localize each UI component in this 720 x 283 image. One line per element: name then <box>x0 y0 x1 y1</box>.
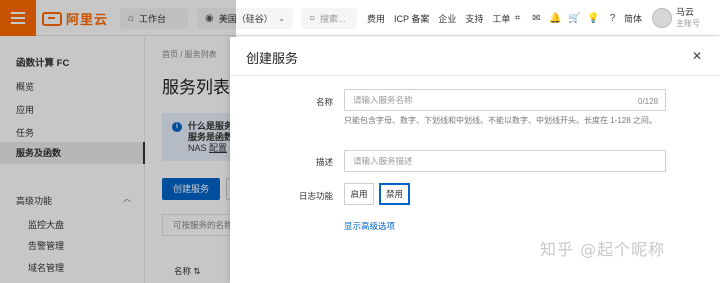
create-service-button[interactable]: 创建服务 <box>162 178 220 200</box>
sidebar-item-overview[interactable]: 概览 <box>0 76 145 98</box>
workbench-button[interactable]: ⌂ 工作台 <box>120 8 188 29</box>
breadcrumb[interactable]: 首页 / 服务列表 <box>162 49 217 60</box>
log-disable-button[interactable]: 禁用 <box>379 183 410 205</box>
user-role: 主账号 <box>676 19 700 28</box>
drawer-title: 创建服务 <box>246 51 299 66</box>
watermark: 知乎 @起个昵称 <box>540 240 666 259</box>
header-links: 费用 ICP 备案 企业 支持 工单 <box>367 0 519 36</box>
nav-link-icp[interactable]: ICP 备案 <box>394 12 429 25</box>
header-icons: ⌗ ✉ 🔔 🛒 💡 ? 简体 <box>508 0 642 36</box>
service-description-input[interactable] <box>344 150 666 172</box>
sidebar-item-services-functions[interactable]: 服务及函数 <box>0 142 145 164</box>
nav-link-billing[interactable]: 费用 <box>367 12 385 25</box>
sidebar: 函数计算 FC 概览 应用 任务 服务及函数 高级功能 ︿ 监控大盘 告警管理 … <box>0 37 145 283</box>
sidebar-title: 函数计算 FC <box>16 58 70 69</box>
description-label: 描述 <box>315 157 333 167</box>
name-hint: 只能包含字母、数字、下划线和中划线。不能以数字、中划线开头。长度在 1-128 … <box>344 116 657 125</box>
chevron-up-icon: ︿ <box>123 194 131 203</box>
lightbulb-icon[interactable]: 💡 <box>584 13 603 24</box>
region-label: 美国（硅谷） <box>218 14 273 24</box>
main-content: 首页 / 服务列表 服务列表 i 什么是服务 服务是函数 NAS 配置 创建服务… <box>146 37 236 283</box>
message-icon[interactable]: ✉ <box>527 13 546 24</box>
top-navbar: 阿里云 ⌂ 工作台 ◉ 美国（硅谷） ⌄ ○ 搜索... 费用 ICP 备案 企… <box>0 0 720 36</box>
info-icon: i <box>172 122 182 132</box>
chevron-down-icon: ⌄ <box>278 14 285 23</box>
user-name: 马云 <box>676 7 695 17</box>
logo-text: 阿里云 <box>66 12 109 27</box>
info-line-2: 服务是函数 <box>188 132 234 142</box>
info-nas-text: NAS <box>188 143 210 153</box>
page-title: 服务列表 <box>162 78 230 97</box>
name-label: 名称 <box>315 97 333 107</box>
name-char-counter: 0/128 <box>638 97 659 106</box>
cloud-shell-icon[interactable]: ⌗ <box>508 13 527 24</box>
info-line-1: 什么是服务 <box>188 121 234 131</box>
language-switch[interactable]: 简体 <box>624 12 642 25</box>
nav-link-enterprise[interactable]: 企业 <box>438 12 456 25</box>
aliyun-logo[interactable]: 阿里云 <box>42 9 108 28</box>
home-icon: ⌂ <box>128 13 135 24</box>
aliyun-logo-icon <box>42 11 62 26</box>
close-icon[interactable]: ✕ <box>690 49 704 63</box>
hamburger-menu-button[interactable] <box>0 0 36 36</box>
region-selector[interactable]: ◉ 美国（硅谷） ⌄ <box>197 8 293 29</box>
log-function-label: 日志功能 <box>298 191 333 201</box>
user-info[interactable]: 马云 主账号 <box>676 6 700 30</box>
location-pin-icon: ◉ <box>205 13 214 24</box>
user-avatar[interactable] <box>652 8 672 28</box>
search-placeholder: 搜索... <box>320 14 346 24</box>
help-icon[interactable]: ? <box>603 13 622 24</box>
notification-bell-icon[interactable]: 🔔 <box>546 13 565 24</box>
info-config-link[interactable]: 配置 <box>209 143 227 153</box>
search-box[interactable]: ○ 搜索... <box>301 8 357 29</box>
show-advanced-options-link[interactable]: 显示高级选项 <box>344 220 395 232</box>
sidebar-item-monitoring[interactable]: 监控大盘 <box>28 218 64 231</box>
info-banner: i 什么是服务 服务是函数 NAS 配置 <box>162 113 236 161</box>
create-service-drawer: 创建服务 ✕ 名称 0/128 只能包含字母、数字、下划线和中划线。不能以数字、… <box>230 37 720 283</box>
sidebar-group-advanced[interactable]: 高级功能 ︿ <box>16 194 131 207</box>
service-name-input[interactable] <box>344 89 666 111</box>
service-filter-input[interactable]: 可按服务的名称 <box>162 214 236 236</box>
sidebar-item-tasks[interactable]: 任务 <box>0 122 145 144</box>
search-icon: ○ <box>309 13 316 24</box>
info-line-3: NAS 配置 <box>188 143 236 154</box>
sidebar-item-alerts[interactable]: 告警管理 <box>28 239 64 252</box>
drawer-divider <box>230 75 720 76</box>
workbench-label: 工作台 <box>139 14 167 24</box>
nav-link-support[interactable]: 支持 <box>465 12 483 25</box>
sidebar-item-applications[interactable]: 应用 <box>0 99 145 121</box>
sidebar-group-label: 高级功能 <box>16 196 53 206</box>
sidebar-item-domains[interactable]: 域名管理 <box>28 261 64 274</box>
cart-icon[interactable]: 🛒 <box>565 13 584 24</box>
column-header-name[interactable]: 名称 ⇅ <box>174 265 200 277</box>
menu-icon <box>11 17 25 19</box>
log-enable-button[interactable]: 启用 <box>344 183 374 205</box>
